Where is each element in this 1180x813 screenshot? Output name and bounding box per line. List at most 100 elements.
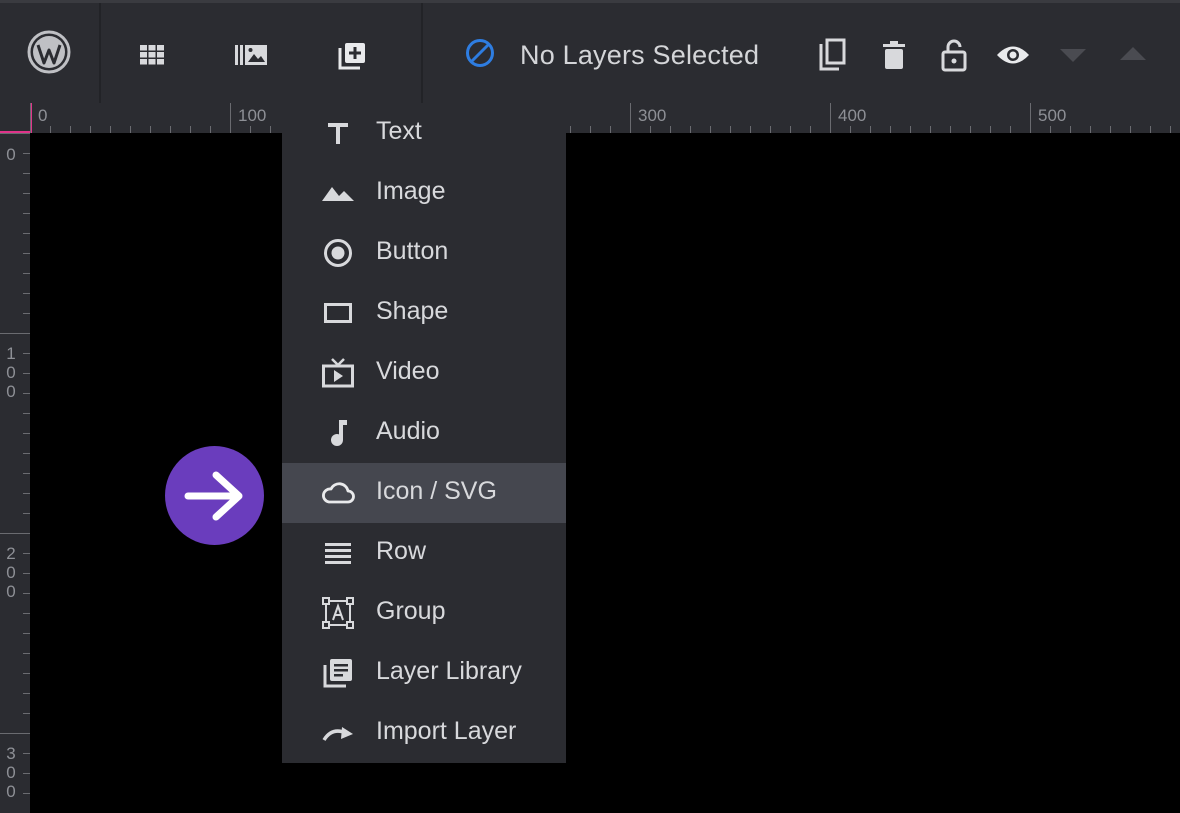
ruler-tick bbox=[1090, 126, 1091, 133]
menu-item-label: Layer Library bbox=[376, 657, 522, 685]
unlock-icon[interactable] bbox=[938, 36, 970, 74]
menu-item-group[interactable]: Group bbox=[282, 583, 566, 643]
ruler-label: 300 bbox=[6, 744, 16, 801]
video-icon bbox=[320, 358, 356, 388]
ruler-tick bbox=[23, 233, 30, 234]
ruler-tick bbox=[710, 126, 711, 133]
menu-item-label: Text bbox=[376, 117, 422, 145]
menu-item-label: Audio bbox=[376, 417, 440, 445]
menu-item-label: Group bbox=[376, 597, 446, 625]
trash-icon[interactable] bbox=[880, 39, 908, 71]
menu-item-icon-svg[interactable]: Icon / SVG bbox=[282, 463, 566, 523]
selection-status-text: No Layers Selected bbox=[520, 39, 760, 70]
ruler-tick bbox=[570, 126, 571, 133]
horizontal-ruler: 0 100 300 400 500 bbox=[30, 103, 1180, 133]
menu-item-label: Video bbox=[376, 357, 440, 385]
selection-status: No Layers Selected bbox=[462, 33, 759, 77]
menu-item-button[interactable]: Button bbox=[282, 223, 566, 283]
ruler-tick bbox=[890, 126, 891, 133]
ruler-tick bbox=[990, 126, 991, 133]
ruler-tick bbox=[23, 273, 30, 274]
ruler-tick bbox=[23, 573, 30, 574]
ruler-tick bbox=[930, 126, 931, 133]
caret-up-icon[interactable] bbox=[1118, 45, 1148, 63]
ruler-tick bbox=[170, 126, 171, 133]
wordpress-icon[interactable] bbox=[26, 29, 72, 75]
ruler-label: 200 bbox=[6, 544, 16, 601]
ruler-tick bbox=[23, 753, 30, 754]
menu-item-label: Import Layer bbox=[376, 717, 517, 745]
ruler-tick bbox=[1070, 126, 1071, 133]
copy-icon[interactable] bbox=[816, 37, 850, 73]
ruler-tick bbox=[23, 373, 30, 374]
ruler-label: 0 bbox=[38, 106, 48, 125]
ruler-tick bbox=[23, 393, 30, 394]
ruler-label: 300 bbox=[638, 106, 667, 125]
ruler-tick bbox=[830, 103, 831, 133]
ruler-tick bbox=[670, 126, 671, 133]
menu-item-image[interactable]: Image bbox=[282, 163, 566, 223]
ruler-tick bbox=[190, 126, 191, 133]
ruler-tick bbox=[23, 713, 30, 714]
ruler-tick bbox=[630, 103, 631, 133]
menu-item-label: Icon / SVG bbox=[376, 477, 497, 505]
caret-down-icon[interactable] bbox=[1058, 47, 1088, 65]
menu-item-text[interactable]: Text bbox=[282, 103, 566, 163]
ruler-tick bbox=[23, 773, 30, 774]
ruler-tick bbox=[23, 593, 30, 594]
ruler-tick bbox=[30, 103, 31, 133]
group-icon bbox=[320, 597, 356, 629]
eye-icon[interactable] bbox=[995, 41, 1031, 69]
add-layer-menu: Text Image Button Shape Video Audio Icon… bbox=[282, 103, 566, 763]
menu-item-video[interactable]: Video bbox=[282, 343, 566, 403]
ruler-tick bbox=[1030, 103, 1031, 133]
ruler-tick bbox=[810, 126, 811, 133]
ruler-tick bbox=[870, 126, 871, 133]
ruler-tick bbox=[610, 126, 611, 133]
ruler-tick bbox=[210, 126, 211, 133]
ruler-tick bbox=[23, 673, 30, 674]
ruler-label: 100 bbox=[6, 344, 16, 401]
shape-icon bbox=[320, 298, 356, 328]
ruler-label: 0 bbox=[6, 145, 16, 164]
ruler-tick bbox=[23, 413, 30, 414]
menu-item-import-layer[interactable]: Import Layer bbox=[282, 703, 566, 763]
ruler-tick bbox=[950, 126, 951, 133]
audio-icon bbox=[320, 418, 356, 448]
ruler-tick bbox=[970, 126, 971, 133]
ruler-tick bbox=[23, 353, 30, 354]
ruler-tick bbox=[1170, 126, 1171, 133]
ruler-tick bbox=[150, 126, 151, 133]
ruler-tick bbox=[23, 193, 30, 194]
menu-item-label: Row bbox=[376, 537, 427, 565]
ruler-corner bbox=[0, 103, 30, 133]
top-toolbar: No Layers Selected bbox=[0, 0, 1180, 106]
arrow-right-icon bbox=[165, 446, 264, 545]
menu-item-row[interactable]: Row bbox=[282, 523, 566, 583]
ruler-tick bbox=[1010, 126, 1011, 133]
grid-icon[interactable] bbox=[138, 41, 166, 69]
no-selection-icon bbox=[462, 35, 498, 76]
ruler-tick bbox=[23, 213, 30, 214]
menu-item-label: Button bbox=[376, 237, 449, 265]
media-library-icon[interactable] bbox=[233, 39, 269, 71]
ruler-tick bbox=[23, 613, 30, 614]
ruler-tick bbox=[23, 693, 30, 694]
ruler-tick bbox=[23, 473, 30, 474]
menu-item-audio[interactable]: Audio bbox=[282, 403, 566, 463]
ruler-tick bbox=[910, 126, 911, 133]
toolbar-divider bbox=[421, 3, 423, 106]
row-icon bbox=[320, 538, 356, 568]
ruler-tick bbox=[0, 333, 30, 334]
ruler-tick bbox=[730, 126, 731, 133]
ruler-tick bbox=[23, 513, 30, 514]
ruler-tick bbox=[23, 253, 30, 254]
ruler-tick bbox=[1050, 126, 1051, 133]
add-layer-icon[interactable] bbox=[335, 39, 369, 73]
ruler-tick bbox=[23, 653, 30, 654]
ruler-tick bbox=[230, 103, 231, 133]
ruler-tick bbox=[590, 126, 591, 133]
menu-item-shape[interactable]: Shape bbox=[282, 283, 566, 343]
ruler-tick bbox=[23, 633, 30, 634]
menu-item-layer-library[interactable]: Layer Library bbox=[282, 643, 566, 703]
